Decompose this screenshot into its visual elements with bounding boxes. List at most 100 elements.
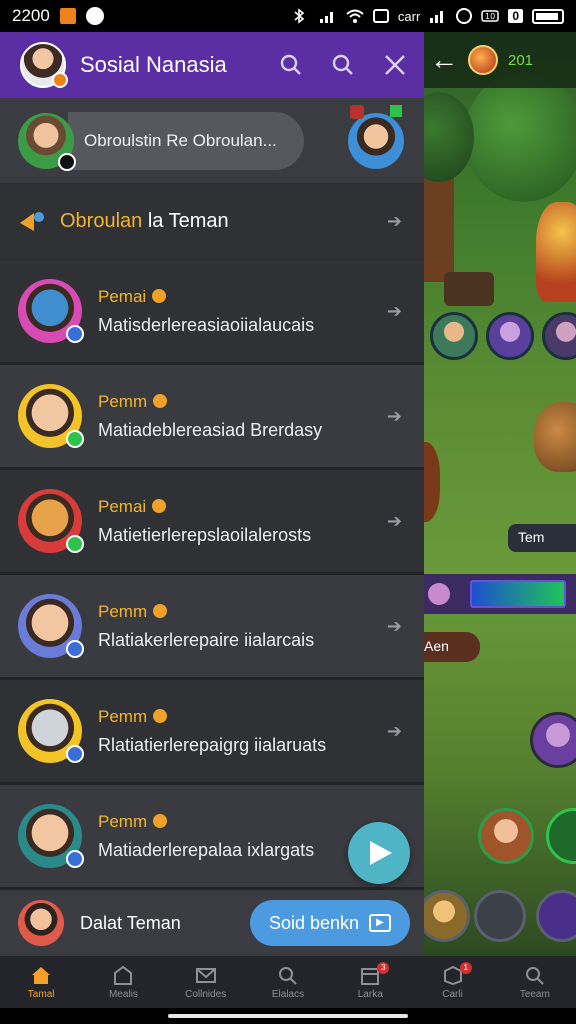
nav-label: Carli bbox=[442, 988, 463, 1000]
nav-item-carli[interactable]: Carli 1 bbox=[411, 956, 493, 1008]
tree-graphic bbox=[464, 72, 576, 202]
social-drawer: Sosial Nanasia Obroulstin Re Obroulan... bbox=[0, 32, 424, 956]
nav-item-collnides[interactable]: Collnides bbox=[165, 956, 247, 1008]
status-dot bbox=[52, 72, 68, 88]
add-friend-label: Dalat Teman bbox=[80, 912, 181, 933]
friend-name: Pemai bbox=[98, 497, 311, 517]
team-tag-label: Tem bbox=[518, 529, 545, 545]
resource-tag-label: Aen bbox=[424, 638, 449, 654]
carrier-label: carr bbox=[397, 8, 421, 24]
status-time: 2200 bbox=[12, 6, 50, 25]
unit-portrait[interactable] bbox=[430, 312, 478, 360]
unit-portrait[interactable] bbox=[478, 808, 534, 864]
battery-icon bbox=[532, 8, 564, 24]
ability-slot[interactable] bbox=[474, 890, 526, 942]
team-tag[interactable]: Tem bbox=[508, 524, 576, 552]
drawer-header: Sosial Nanasia bbox=[0, 32, 424, 98]
chevron-right-icon[interactable]: ➔ bbox=[387, 301, 402, 322]
close-icon[interactable] bbox=[382, 52, 408, 78]
friend-avatar[interactable] bbox=[18, 804, 84, 868]
home-indicator[interactable] bbox=[0, 1008, 576, 1024]
section-header[interactable]: Obroulan la Teman ➔ bbox=[0, 184, 424, 260]
friend-name: Pemai bbox=[98, 287, 314, 307]
friend-row[interactable]: Pemm Rlatiakerlerepaire iialarcais ➔ bbox=[0, 575, 424, 680]
shop-icon bbox=[112, 965, 134, 985]
search-input[interactable]: Obroulstin Re Obroulan... bbox=[68, 111, 304, 170]
search-input-value: Obroulstin Re Obroulan... bbox=[84, 130, 277, 150]
nav-item-larka[interactable]: Larka 3 bbox=[329, 956, 411, 1008]
self-avatar[interactable] bbox=[18, 112, 76, 171]
unit-portrait[interactable] bbox=[546, 808, 576, 864]
drawer-title: Sosial Nanasia bbox=[80, 52, 227, 77]
friend-row[interactable]: Pemm Rlatiatierlerepaigrg iialaruats ➔ bbox=[0, 680, 424, 785]
search-icon[interactable] bbox=[278, 52, 304, 78]
friend-avatar[interactable] bbox=[18, 594, 84, 658]
online-indicator bbox=[390, 104, 402, 117]
status-icon bbox=[66, 325, 84, 343]
loot-sack-graphic bbox=[424, 442, 440, 522]
search-icon bbox=[277, 965, 299, 985]
battery-percent: 0 bbox=[508, 9, 523, 23]
hero-character[interactable] bbox=[536, 202, 576, 302]
play-button[interactable] bbox=[348, 822, 410, 884]
crown-icon bbox=[153, 813, 168, 828]
status-icon bbox=[66, 850, 84, 868]
player-avatar[interactable] bbox=[468, 45, 498, 75]
friend-avatar[interactable] bbox=[18, 489, 84, 553]
wagon-graphic bbox=[444, 272, 494, 306]
ability-slot[interactable] bbox=[536, 890, 576, 942]
crown-icon bbox=[152, 288, 167, 303]
send-invite-label: Soid benkn bbox=[268, 912, 360, 933]
add-friend-row: Dalat Teman Soid benkn ▶ bbox=[0, 890, 424, 956]
friend-avatar[interactable] bbox=[18, 699, 84, 763]
send-invite-button[interactable]: Soid benkn ▶ bbox=[250, 900, 410, 946]
nav-label: Elalacs bbox=[271, 988, 305, 1000]
chevron-right-icon[interactable]: ➔ bbox=[387, 721, 402, 742]
nav-label: Larka bbox=[357, 988, 383, 1000]
friend-avatar[interactable] bbox=[18, 384, 84, 448]
back-arrow-icon[interactable]: ← bbox=[430, 44, 458, 76]
signal-icon bbox=[319, 8, 337, 24]
search-icon[interactable] bbox=[330, 52, 356, 78]
nav-item-mealis[interactable]: Mealis bbox=[82, 956, 164, 1008]
chevron-right-icon[interactable]: ➔ bbox=[387, 406, 402, 427]
unit-portrait[interactable] bbox=[530, 712, 576, 768]
chevron-right-icon[interactable]: ➔ bbox=[387, 511, 402, 532]
game-background: ← 201 Tem Aen bbox=[424, 32, 576, 956]
bottom-navigation: Tamal Mealis Collnides Elalacs Larka 3 C… bbox=[0, 956, 576, 1008]
ability-slot[interactable] bbox=[424, 890, 470, 942]
friend-row[interactable]: Pemai Matietierlerepslaoilalerosts ➔ bbox=[0, 470, 424, 575]
friend-row[interactable]: Pemm Matiadeblereasiad Brerdasy ➔ bbox=[0, 365, 424, 470]
chevron-right-icon[interactable]: ➔ bbox=[387, 211, 402, 232]
nav-label: Collnides bbox=[185, 988, 227, 1000]
status-bar: 2200 carr 10 0 bbox=[0, 0, 576, 32]
status-icon bbox=[66, 745, 84, 763]
friend-message: Matietierlerepslaoilalerosts bbox=[98, 524, 312, 545]
crown-icon bbox=[153, 603, 168, 618]
mail-icon bbox=[195, 965, 217, 985]
megaphone-icon bbox=[18, 209, 48, 235]
friend-message: Rlatiakerlerepaire iialarcais bbox=[98, 629, 315, 650]
user-avatar[interactable] bbox=[20, 42, 68, 88]
wifi-icon bbox=[346, 8, 364, 24]
nav-item-elalacs[interactable]: Elalacs bbox=[247, 956, 329, 1008]
friends-list: Pemai Matisderlereasiaoiialaucais ➔ Pemm… bbox=[0, 260, 424, 890]
loot-sack-graphic[interactable] bbox=[534, 402, 576, 472]
nav-item-tamal[interactable]: Tamal bbox=[0, 956, 82, 1008]
chevron-right-icon[interactable]: ➔ bbox=[387, 616, 402, 637]
friend-requests-avatar[interactable] bbox=[348, 104, 404, 169]
home-icon bbox=[30, 965, 52, 985]
unit-portrait[interactable] bbox=[542, 312, 576, 360]
nav-item-teeam[interactable]: Teeam bbox=[494, 956, 576, 1008]
play-icon bbox=[370, 841, 392, 865]
sync-icon bbox=[456, 8, 473, 24]
notification-badge: 1 bbox=[459, 962, 472, 974]
friend-avatar[interactable] bbox=[18, 900, 64, 946]
friend-row[interactable]: Pemai Matisderlereasiaoiialaucais ➔ bbox=[0, 260, 424, 365]
gift-icon bbox=[350, 104, 364, 119]
friend-message: Rlatiatierlerepaigrg iialaruats bbox=[98, 734, 327, 755]
friend-avatar[interactable] bbox=[18, 279, 84, 343]
nfc-icon bbox=[372, 9, 389, 23]
progress-bar bbox=[424, 574, 576, 614]
unit-portrait[interactable] bbox=[486, 312, 534, 360]
